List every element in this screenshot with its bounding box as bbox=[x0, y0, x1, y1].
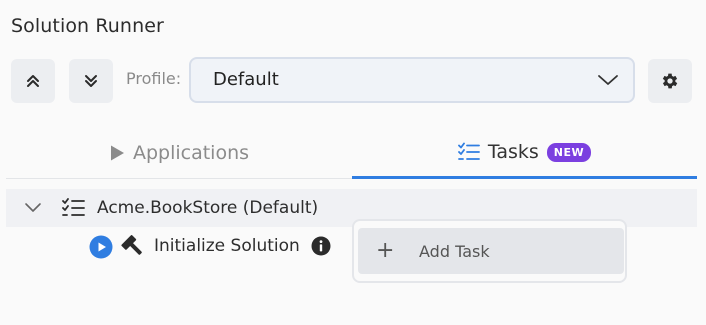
settings-button[interactable] bbox=[648, 59, 692, 103]
info-icon[interactable] bbox=[311, 236, 331, 256]
hammer-icon bbox=[121, 235, 142, 255]
profile-select[interactable]: Default bbox=[189, 57, 635, 103]
play-triangle-icon bbox=[110, 145, 124, 161]
page-title: Solution Runner bbox=[11, 15, 164, 37]
new-badge: NEW bbox=[546, 142, 592, 162]
tab-tasks-label: Tasks bbox=[487, 141, 539, 163]
tree-root-label: Acme.BookStore (Default) bbox=[97, 198, 319, 218]
tab-applications-label: Applications bbox=[132, 142, 250, 164]
tab-applications[interactable]: Applications bbox=[6, 128, 352, 179]
profile-value: Default bbox=[213, 69, 279, 90]
run-task-icon[interactable] bbox=[89, 235, 113, 259]
gear-icon bbox=[662, 73, 678, 89]
context-menu: + Add Task bbox=[352, 219, 627, 283]
collapse-all-button[interactable] bbox=[69, 59, 113, 103]
add-task-label: Add Task bbox=[419, 242, 490, 261]
chevrons-up-icon bbox=[27, 75, 39, 87]
chevrons-down-icon bbox=[85, 75, 97, 87]
add-task-menu-item[interactable]: + Add Task bbox=[358, 228, 624, 274]
checklist-icon bbox=[457, 142, 480, 160]
tab-tasks[interactable]: Tasks NEW bbox=[352, 128, 697, 179]
tab-bar: Applications Tasks NEW bbox=[6, 128, 697, 180]
checklist-icon bbox=[62, 198, 85, 216]
plus-icon: + bbox=[376, 238, 395, 263]
expand-all-button[interactable] bbox=[11, 59, 55, 103]
chevron-down-icon bbox=[598, 75, 618, 85]
chevron-down-icon[interactable] bbox=[23, 201, 43, 215]
profile-label: Profile: bbox=[126, 69, 182, 88]
task-label: Initialize Solution bbox=[154, 236, 300, 256]
